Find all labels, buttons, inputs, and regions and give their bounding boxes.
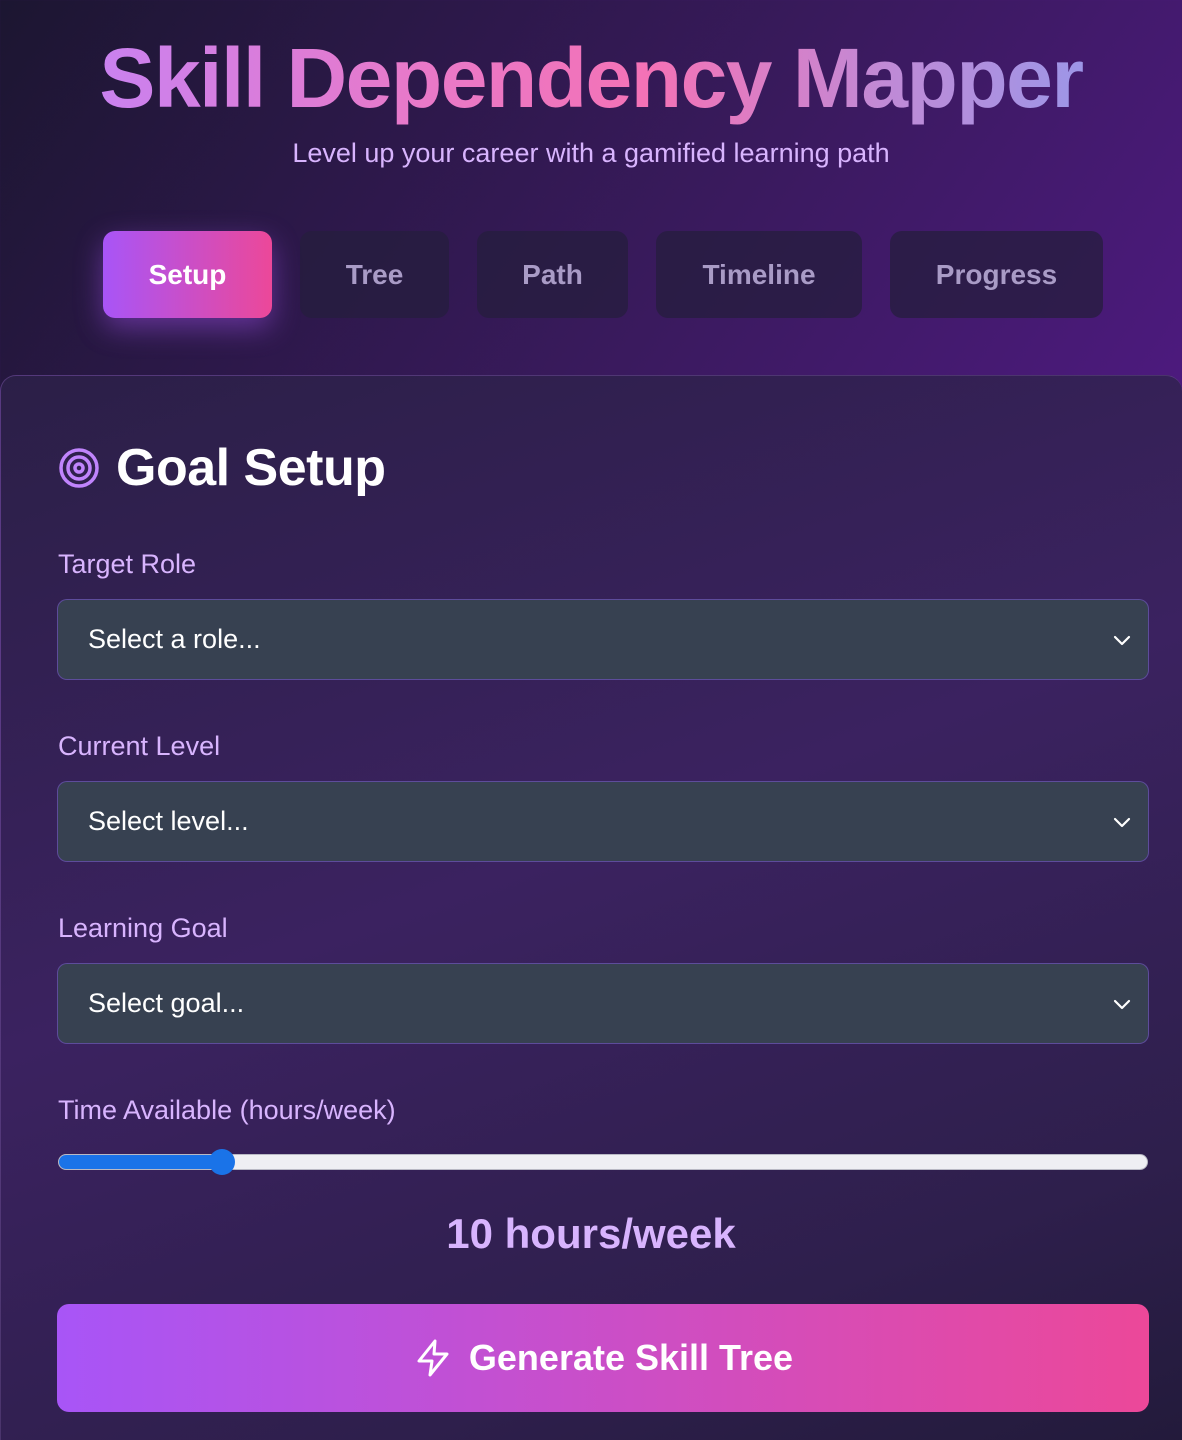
tab-path[interactable]: Path xyxy=(477,231,628,318)
section-title-text: Goal Setup xyxy=(116,439,386,497)
slider-thumb[interactable] xyxy=(208,1149,235,1175)
learning-goal-label: Learning Goal xyxy=(58,913,228,943)
chevron-down-icon xyxy=(1113,999,1131,1009)
app-subtitle: Level up your career with a gamified lea… xyxy=(292,138,890,168)
target-role-label: Target Role xyxy=(58,549,197,579)
learning-goal-value: Select goal... xyxy=(88,988,245,1018)
target-role-select[interactable]: Select a role... xyxy=(57,599,1149,680)
lightning-bolt-icon xyxy=(417,1339,449,1377)
hours-value: 10 hours/week xyxy=(446,1210,736,1257)
target-icon xyxy=(58,447,100,489)
generate-button-label: Generate Skill Tree xyxy=(468,1337,794,1378)
target-role-value: Select a role... xyxy=(88,624,261,654)
slider-fill xyxy=(59,1155,223,1169)
tab-setup[interactable]: Setup xyxy=(103,231,272,318)
learning-goal-select[interactable]: Select goal... xyxy=(57,963,1149,1044)
current-level-value: Select level... xyxy=(88,806,249,836)
current-level-select[interactable]: Select level... xyxy=(57,781,1149,862)
tab-bar: Setup Tree Path Timeline Progress xyxy=(0,231,1182,318)
goal-setup-panel xyxy=(0,375,1182,1440)
app-title: Skill Dependency Mapper xyxy=(0,30,1182,126)
app-header: Skill Dependency Mapper Level up your ca… xyxy=(0,0,1182,376)
hours-slider[interactable] xyxy=(58,1148,1148,1176)
current-level-label: Current Level xyxy=(58,731,221,761)
generate-skill-tree-button[interactable]: Generate Skill Tree xyxy=(57,1304,1149,1412)
chevron-down-icon xyxy=(1113,817,1131,827)
time-available-label: Time Available (hours/week) xyxy=(58,1095,396,1125)
tab-progress[interactable]: Progress xyxy=(890,231,1103,318)
section-title: Goal Setup xyxy=(58,436,386,500)
tab-timeline[interactable]: Timeline xyxy=(656,231,862,318)
tab-tree[interactable]: Tree xyxy=(300,231,449,318)
chevron-down-icon xyxy=(1113,635,1131,645)
